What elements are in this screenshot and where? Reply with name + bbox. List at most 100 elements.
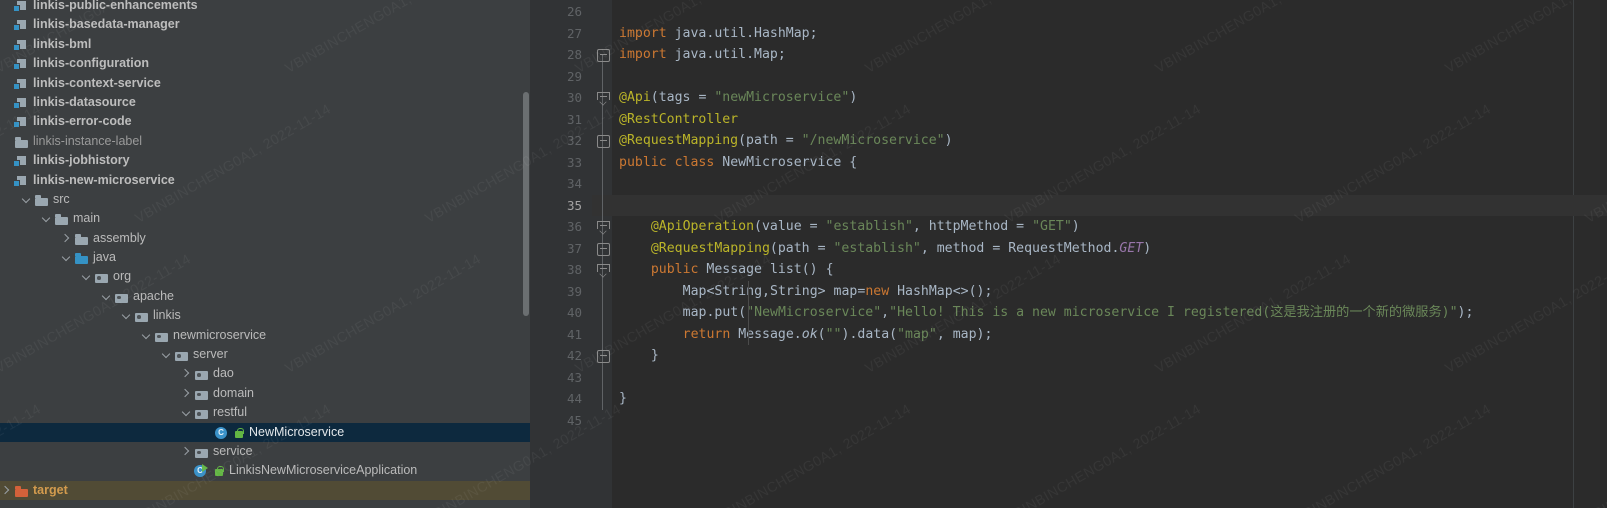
chevron-down-icon[interactable] <box>160 345 173 364</box>
tree-item-linkis-instance-label[interactable]: linkis-instance-label <box>0 132 530 151</box>
fold-collapse-icon[interactable] <box>597 49 610 62</box>
tree-item-label: linkis-bml <box>33 35 91 54</box>
fold-collapse-icon[interactable] <box>597 243 610 256</box>
fold-collapse-icon[interactable] <box>597 135 610 148</box>
tree-item-linkis-bml[interactable]: linkis-bml <box>0 35 530 54</box>
tree-item-apache[interactable]: apache <box>0 287 530 306</box>
project-tree[interactable]: linkis-public-enhancementslinkis-basedat… <box>0 0 530 500</box>
package-icon <box>113 287 130 306</box>
code-editor-panel[interactable]: 2627import java.util.HashMap;28import ja… <box>530 0 1607 508</box>
tree-item-service[interactable]: service <box>0 442 530 461</box>
tree-item-target[interactable]: target <box>0 481 530 500</box>
code-line[interactable]: import java.util.HashMap; <box>619 23 818 45</box>
tree-item-linkis-public-enhancements[interactable]: linkis-public-enhancements <box>0 0 530 15</box>
tree-item-label: server <box>193 345 228 364</box>
no-chevron-spacer <box>0 54 13 73</box>
public-member-icon <box>213 461 227 480</box>
tree-item-assembly[interactable]: assembly <box>0 229 530 248</box>
code-line[interactable]: @RequestMapping(path = "/newMicroservice… <box>619 130 953 152</box>
tree-item-linkis-datasource[interactable]: linkis-datasource <box>0 93 530 112</box>
tree-item-label: newmicroservice <box>173 326 266 345</box>
no-chevron-spacer <box>0 74 13 93</box>
tree-item-java[interactable]: java <box>0 248 530 267</box>
chevron-down-icon[interactable] <box>180 403 193 422</box>
package-icon <box>153 326 170 345</box>
code-line[interactable]: @RestController <box>619 109 738 131</box>
code-line[interactable]: } <box>619 345 659 367</box>
chevron-right-icon[interactable] <box>60 229 73 248</box>
tree-item-label: linkis-datasource <box>33 93 136 112</box>
project-tree-panel[interactable]: linkis-public-enhancementslinkis-basedat… <box>0 0 530 508</box>
sidebar-scroll-thumb[interactable] <box>523 92 529 316</box>
chevron-down-icon[interactable] <box>100 287 113 306</box>
tree-item-newmicroservice[interactable]: newmicroservice <box>0 326 530 345</box>
code-line[interactable]: Map<String,String> map=new HashMap<>(); <box>619 281 992 303</box>
tree-item-label: linkis-basedata-manager <box>33 15 180 34</box>
tree-item-label: dao <box>213 364 234 383</box>
no-chevron-spacer <box>0 35 13 54</box>
runnable-class-icon <box>193 461 210 480</box>
tree-item-linkis-jobhistory[interactable]: linkis-jobhistory <box>0 151 530 170</box>
sidebar-scrollbar[interactable] <box>522 0 530 508</box>
line-number: 27 <box>530 23 582 45</box>
tree-item-linkis-error-code[interactable]: linkis-error-code <box>0 112 530 131</box>
chevron-down-icon[interactable] <box>80 267 93 286</box>
module-icon <box>13 0 30 15</box>
code-line[interactable]: @ApiOperation(value = "establish", httpM… <box>619 216 1080 238</box>
folder-icon <box>33 190 50 209</box>
tree-item-domain[interactable]: domain <box>0 384 530 403</box>
line-number: 33 <box>530 152 582 174</box>
tree-item-label: service <box>213 442 253 461</box>
tree-item-linkis-configuration[interactable]: linkis-configuration <box>0 54 530 73</box>
chevron-down-icon[interactable] <box>140 326 153 345</box>
line-number: 41 <box>530 324 582 346</box>
tree-item-linkis-basedata-manager[interactable]: linkis-basedata-manager <box>0 15 530 34</box>
chevron-down-icon[interactable] <box>120 306 133 325</box>
chevron-right-icon[interactable] <box>180 442 193 461</box>
fold-expand-icon[interactable] <box>597 264 610 272</box>
chevron-right-icon[interactable] <box>0 481 13 500</box>
code-line[interactable]: } <box>619 388 627 410</box>
fold-expand-icon[interactable] <box>597 92 610 100</box>
code-line[interactable]: @RequestMapping(path = "establish", meth… <box>619 238 1151 260</box>
chevron-down-icon[interactable] <box>40 209 53 228</box>
code-line[interactable]: import java.util.Map; <box>619 44 786 66</box>
tree-item-src[interactable]: src <box>0 190 530 209</box>
indent-spacer <box>0 326 140 345</box>
module-icon <box>13 15 30 34</box>
line-number: 28 <box>530 44 582 66</box>
chevron-down-icon[interactable] <box>60 248 73 267</box>
no-chevron-spacer <box>0 0 13 15</box>
line-number: 38 <box>530 259 582 281</box>
tree-item-dao[interactable]: dao <box>0 364 530 383</box>
indent-spacer <box>0 229 60 248</box>
code-line[interactable]: return Message.ok("").data("map", map); <box>619 324 992 346</box>
code-line[interactable]: public class NewMicroservice { <box>619 152 857 174</box>
tree-item-label: org <box>113 267 131 286</box>
tree-item-label: linkis-context-service <box>33 74 161 93</box>
target-folder-icon <box>13 481 30 500</box>
line-number: 37 <box>530 238 582 260</box>
no-chevron-spacer <box>0 132 13 151</box>
tree-item-org[interactable]: org <box>0 267 530 286</box>
tree-item-label: linkis-new-microservice <box>33 171 175 190</box>
ide-window: linkis-public-enhancementslinkis-basedat… <box>0 0 1607 508</box>
chevron-right-icon[interactable] <box>180 384 193 403</box>
tree-item-restful[interactable]: restful <box>0 403 530 422</box>
code-line[interactable]: public Message list() { <box>619 259 834 281</box>
code-line[interactable]: @Api(tags = "newMicroservice") <box>619 87 857 109</box>
fold-collapse-icon[interactable] <box>597 350 610 363</box>
chevron-right-icon[interactable] <box>180 364 193 383</box>
fold-expand-icon[interactable] <box>597 221 610 229</box>
package-icon <box>193 384 210 403</box>
tree-item-newmicroservice[interactable]: NewMicroservice <box>0 423 530 442</box>
tree-item-linkisnewmicroserviceapplication[interactable]: LinkisNewMicroserviceApplication <box>0 461 530 480</box>
tree-item-main[interactable]: main <box>0 209 530 228</box>
tree-item-linkis-new-microservice[interactable]: linkis-new-microservice <box>0 171 530 190</box>
package-icon <box>193 442 210 461</box>
tree-item-linkis[interactable]: linkis <box>0 306 530 325</box>
tree-item-server[interactable]: server <box>0 345 530 364</box>
tree-item-linkis-context-service[interactable]: linkis-context-service <box>0 74 530 93</box>
chevron-down-icon[interactable] <box>20 190 33 209</box>
code-text-area[interactable]: 2627import java.util.HashMap;28import ja… <box>530 0 1607 508</box>
